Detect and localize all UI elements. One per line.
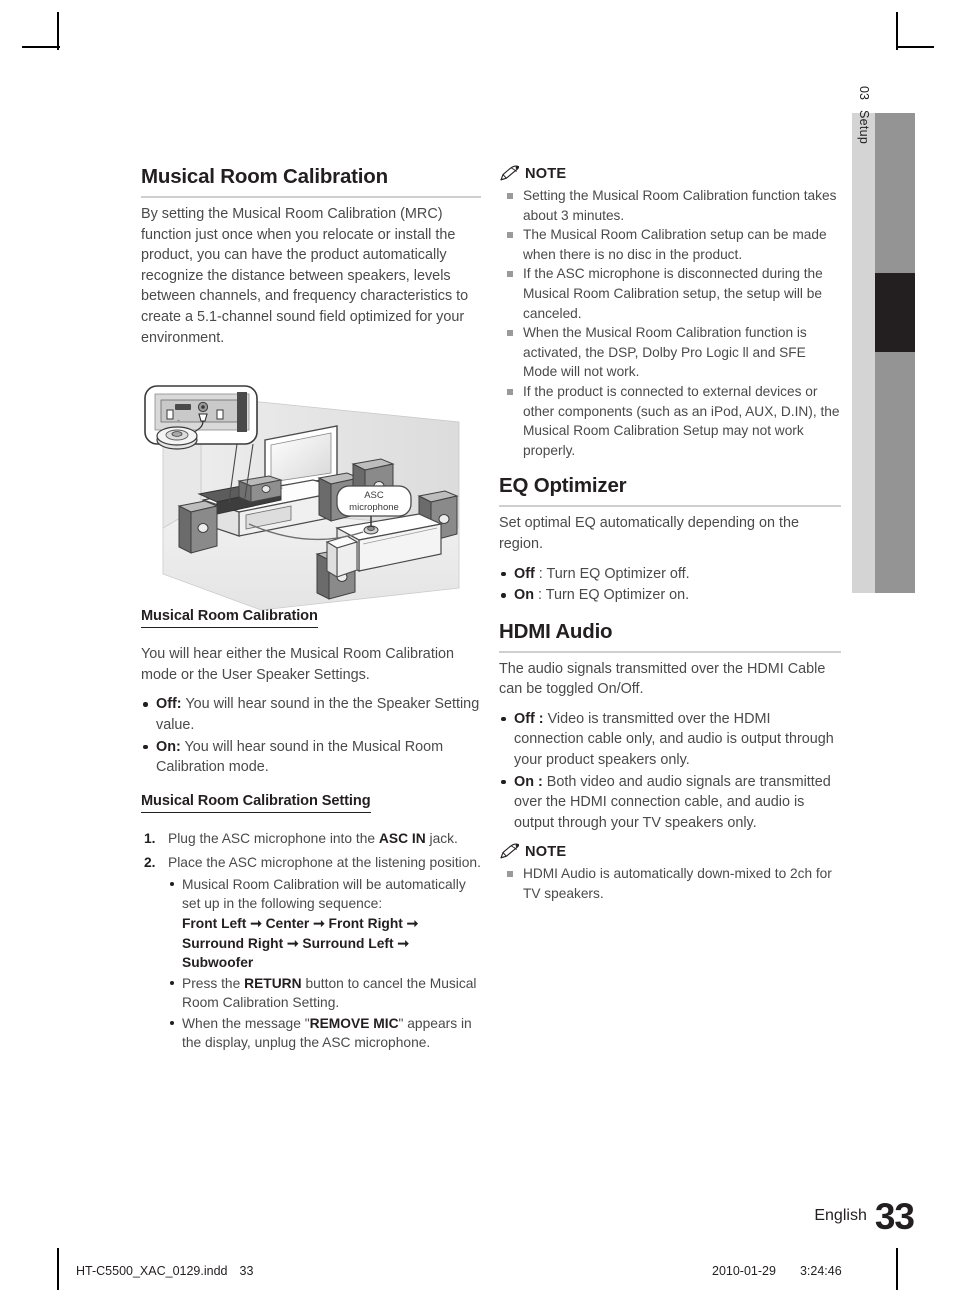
sub-bullet-text: Press the [182, 975, 245, 991]
calibration-mode-list: Off: You will hear sound in the the Spea… [141, 694, 481, 777]
list-item: HDMI Audio is automatically down-mixed t… [499, 864, 841, 903]
step-number: 1. [144, 830, 156, 846]
note-label: NOTE [525, 165, 567, 182]
right-column: NOTE Setting the Musical Room Calibratio… [499, 165, 841, 914]
callout-line-1: ASC [364, 490, 384, 501]
list-item: On: You will hear sound in the Musical R… [141, 737, 481, 778]
option-text: Both video and audio signals are transmi… [514, 773, 831, 831]
pencil-icon [500, 843, 520, 859]
crop-mark-bottom-left [57, 1248, 59, 1290]
bullet-text: You will hear sound in the the Speaker S… [156, 696, 480, 733]
crop-mark-top-left-vertical [57, 12, 59, 50]
print-timestamp-line: 2010-01-29 3:24:46 [712, 1264, 842, 1278]
step-bold: ASC IN [378, 830, 426, 846]
remove-mic-message: REMOVE MIC [309, 1015, 399, 1031]
list-item: The Musical Room Calibration setup can b… [499, 225, 841, 264]
list-item: On : Turn EQ Optimizer on. [499, 585, 841, 606]
subsection-setting-heading: Musical Room Calibration Setting [141, 793, 371, 813]
svg-text:⌁: ⌁ [177, 418, 180, 424]
step-text: Plug the ASC microphone into the [168, 830, 379, 846]
asc-microphone-callout: ASC microphone [336, 485, 412, 517]
bullet-text: You will hear sound in the Musical Room … [156, 738, 444, 776]
chapter-side-tab: 03 Setup [852, 86, 915, 593]
step-sub-bullets: Musical Room Calibration will be automat… [168, 875, 481, 1053]
crop-mark-top-right-horizontal [896, 46, 934, 48]
list-item: If the ASC microphone is disconnected du… [499, 264, 841, 323]
hdmi-audio-heading: HDMI Audio [499, 620, 841, 653]
step-number: 2. [144, 854, 156, 870]
crop-mark-top-left-horizontal [22, 46, 60, 48]
list-item: Press the RETURN button to cancel the Mu… [168, 974, 481, 1013]
step-text: Place the ASC microphone at the listenin… [168, 854, 481, 870]
list-item: Musical Room Calibration will be automat… [168, 875, 481, 973]
option-label: On [514, 587, 534, 604]
chapter-tab-marker [875, 273, 915, 352]
list-item: 2. Place the ASC microphone at the liste… [141, 853, 481, 1053]
option-text: Video is transmitted over the HDMI conne… [514, 710, 834, 769]
list-item: When the Musical Room Calibration functi… [499, 323, 841, 382]
bullet-label: On: [156, 738, 181, 755]
list-item: Off: You will hear sound in the the Spea… [141, 694, 481, 735]
eq-optimizer-intro: Set optimal EQ automatically depending o… [499, 515, 799, 552]
list-item: Setting the Musical Room Calibration fun… [499, 186, 841, 225]
note-list-1: Setting the Musical Room Calibration fun… [499, 186, 841, 460]
callout-line-2: microphone [349, 502, 399, 513]
intro-paragraph: By setting the Musical Room Calibration … [141, 206, 469, 346]
print-date: 2010-01-29 [712, 1264, 776, 1278]
option-text: : Turn EQ Optimizer off. [534, 565, 690, 582]
eq-optimizer-options: Off : Turn EQ Optimizer off. On : Turn E… [499, 564, 841, 606]
print-filename: HT-C5500_XAC_0129.indd [76, 1264, 228, 1278]
page-title: Musical Room Calibration [141, 165, 481, 198]
room-diagram-svg: ASC microphone ⌁ [144, 385, 460, 611]
calibration-sequence: Front Left ➞ Center ➞ Front Right ➞ Surr… [182, 915, 419, 971]
print-page-number: 33 [239, 1264, 254, 1278]
hdmi-audio-intro: The audio signals transmitted over the H… [499, 660, 826, 698]
front-left-speaker [177, 500, 219, 554]
pencil-icon [500, 165, 520, 181]
sub-bullet-text: Musical Room Calibration will be automat… [182, 876, 466, 912]
asc-microphone-on-sofa [363, 525, 379, 535]
print-filename-line: HT-C5500_XAC_0129.indd 33 [76, 1264, 253, 1278]
option-label: Off [514, 565, 535, 582]
note-label: NOTE [525, 843, 567, 860]
return-button-label: RETURN [244, 975, 302, 991]
sub-bullet-text: When the message " [182, 1015, 310, 1031]
subsection-setting: Musical Room Calibration Setting [141, 792, 481, 820]
print-time: 3:24:46 [799, 1264, 842, 1278]
hdmi-audio-options: Off : Video is transmitted over the HDMI… [499, 709, 841, 834]
option-label: On : [514, 773, 543, 790]
list-item: 1. Plug the ASC microphone into the ASC … [141, 829, 481, 849]
list-item: Off : Turn EQ Optimizer off. [499, 564, 841, 585]
setting-steps: 1. Plug the ASC microphone into the ASC … [141, 829, 481, 1053]
eq-optimizer-heading: EQ Optimizer [499, 474, 841, 508]
note-list-2: HDMI Audio is automatically down-mixed t… [499, 864, 841, 903]
chapter-label: Setup [857, 110, 871, 145]
list-item: Off : Video is transmitted over the HDMI… [499, 709, 841, 771]
note-header: NOTE [499, 843, 841, 860]
note-header: NOTE [499, 165, 841, 182]
crop-mark-bottom-right [896, 1248, 898, 1290]
step-text-after: jack. [425, 830, 458, 846]
option-label: Off : [514, 710, 544, 727]
room-calibration-illustration: ASC microphone ⌁ [141, 378, 486, 623]
option-text: : Turn EQ Optimizer on. [533, 587, 690, 604]
page-footer: English 33 [0, 1196, 915, 1238]
subsection-calibration-intro: You will hear either the Musical Room Ca… [141, 646, 455, 683]
asc-microphone-puck [156, 426, 198, 450]
bullet-label: Off: [156, 696, 182, 713]
chapter-tab-gray-bar [875, 113, 915, 593]
footer-language: English [814, 1207, 867, 1224]
page-number: 33 [874, 1196, 915, 1237]
list-item: If the product is connected to external … [499, 382, 841, 460]
crop-mark-top-right-vertical [896, 12, 898, 50]
list-item: When the message "REMOVE MIC" appears in… [168, 1014, 481, 1053]
list-item: On : Both video and audio signals are tr… [499, 772, 841, 834]
